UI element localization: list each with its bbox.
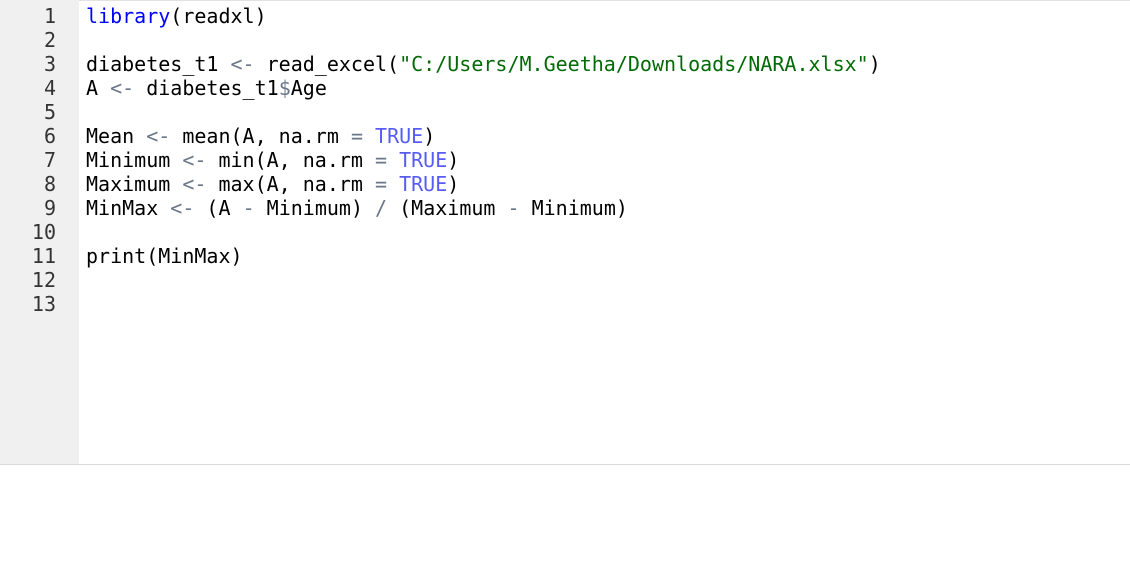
code-editor[interactable]: 12345678910111213 library(readxl)​diabet… [0, 0, 1130, 465]
code-token: Minimum) [519, 196, 628, 220]
line-number: 7 [43, 148, 56, 172]
code-token: diabetes_t1 [134, 76, 279, 100]
code-line[interactable]: MinMax <- (A - Minimum) / (Maximum - Min… [86, 196, 1130, 220]
code-token: <- [110, 76, 135, 100]
code-line[interactable]: ​ [86, 268, 1130, 292]
code-token: <- [182, 148, 207, 172]
code-token: ) [868, 52, 881, 76]
line-number: 13 [31, 292, 56, 316]
code-token: <- [182, 172, 207, 196]
code-token: diabetes_t1 [86, 52, 231, 76]
line-number: 9 [43, 196, 56, 220]
code-token: read_excel( [254, 52, 400, 76]
code-line[interactable]: ​ [86, 292, 1130, 316]
code-lines[interactable]: library(readxl)​diabetes_t1 <- read_exce… [86, 4, 1130, 316]
code-token: (readxl) [170, 4, 267, 28]
line-number: 3 [43, 52, 56, 76]
code-token: ) [447, 172, 460, 196]
code-line[interactable]: Mean <- mean(A, na.rm = TRUE) [86, 124, 1130, 148]
code-token: Maximum [86, 172, 183, 196]
line-number: 5 [43, 100, 56, 124]
code-token: "C:/Users/M.Geetha/Downloads/NARA.xlsx" [399, 52, 869, 76]
code-token: MinMax [86, 196, 171, 220]
empty-pane-area [0, 465, 1130, 571]
code-line[interactable]: ​ [86, 28, 1130, 52]
code-token: (Maximum [387, 196, 508, 220]
code-token: min(A, na.rm [206, 148, 375, 172]
code-token: Age [290, 76, 327, 100]
editor-top-border [0, 0, 1130, 1]
code-token: Mean [86, 124, 147, 148]
code-token: ) [423, 124, 436, 148]
code-token: ) [447, 148, 460, 172]
line-number: 6 [43, 124, 56, 148]
code-line[interactable]: Maximum <- max(A, na.rm = TRUE) [86, 172, 1130, 196]
code-token: print(MinMax) [86, 244, 243, 268]
line-numbers: 1 2 3 4 5 6 7 8 9 10 11 12 13 [0, 4, 56, 316]
code-token: <- [146, 124, 171, 148]
code-line[interactable]: diabetes_t1 <- read_excel("C:/Users/M.Ge… [86, 52, 1130, 76]
line-number: 10 [31, 220, 56, 244]
line-number: 12 [31, 268, 56, 292]
line-number: 8 [43, 172, 56, 196]
line-number: 11 [31, 244, 56, 268]
code-token: <- [170, 196, 195, 220]
code-token: / [375, 196, 388, 220]
code-line[interactable]: ​ [86, 100, 1130, 124]
code-token: - [507, 196, 520, 220]
code-token: library [86, 4, 171, 28]
code-token: (A [194, 196, 243, 220]
code-line[interactable]: library(readxl) [86, 4, 1130, 28]
code-token: max(A, na.rm [206, 172, 375, 196]
line-number: 4 [43, 76, 56, 100]
code-token: = [350, 124, 363, 148]
code-token: = [375, 172, 388, 196]
code-token: mean(A, na.rm [170, 124, 351, 148]
code-line[interactable]: print(MinMax) [86, 244, 1130, 268]
code-token: - [242, 196, 255, 220]
code-token: Minimum [86, 148, 183, 172]
code-line[interactable]: ​ [86, 220, 1130, 244]
code-token: Minimum) [254, 196, 376, 220]
code-token: <- [230, 52, 255, 76]
code-token: $ [278, 76, 291, 100]
line-number: 2 [43, 28, 56, 52]
code-token: = [375, 148, 388, 172]
line-number: 1 [43, 4, 56, 28]
code-token: TRUE [399, 172, 448, 196]
code-token: A [86, 76, 111, 100]
code-line[interactable]: A <- diabetes_t1$Age [86, 76, 1130, 100]
code-token: TRUE [375, 124, 424, 148]
code-token: TRUE [399, 148, 448, 172]
code-line[interactable]: Minimum <- min(A, na.rm = TRUE) [86, 148, 1130, 172]
